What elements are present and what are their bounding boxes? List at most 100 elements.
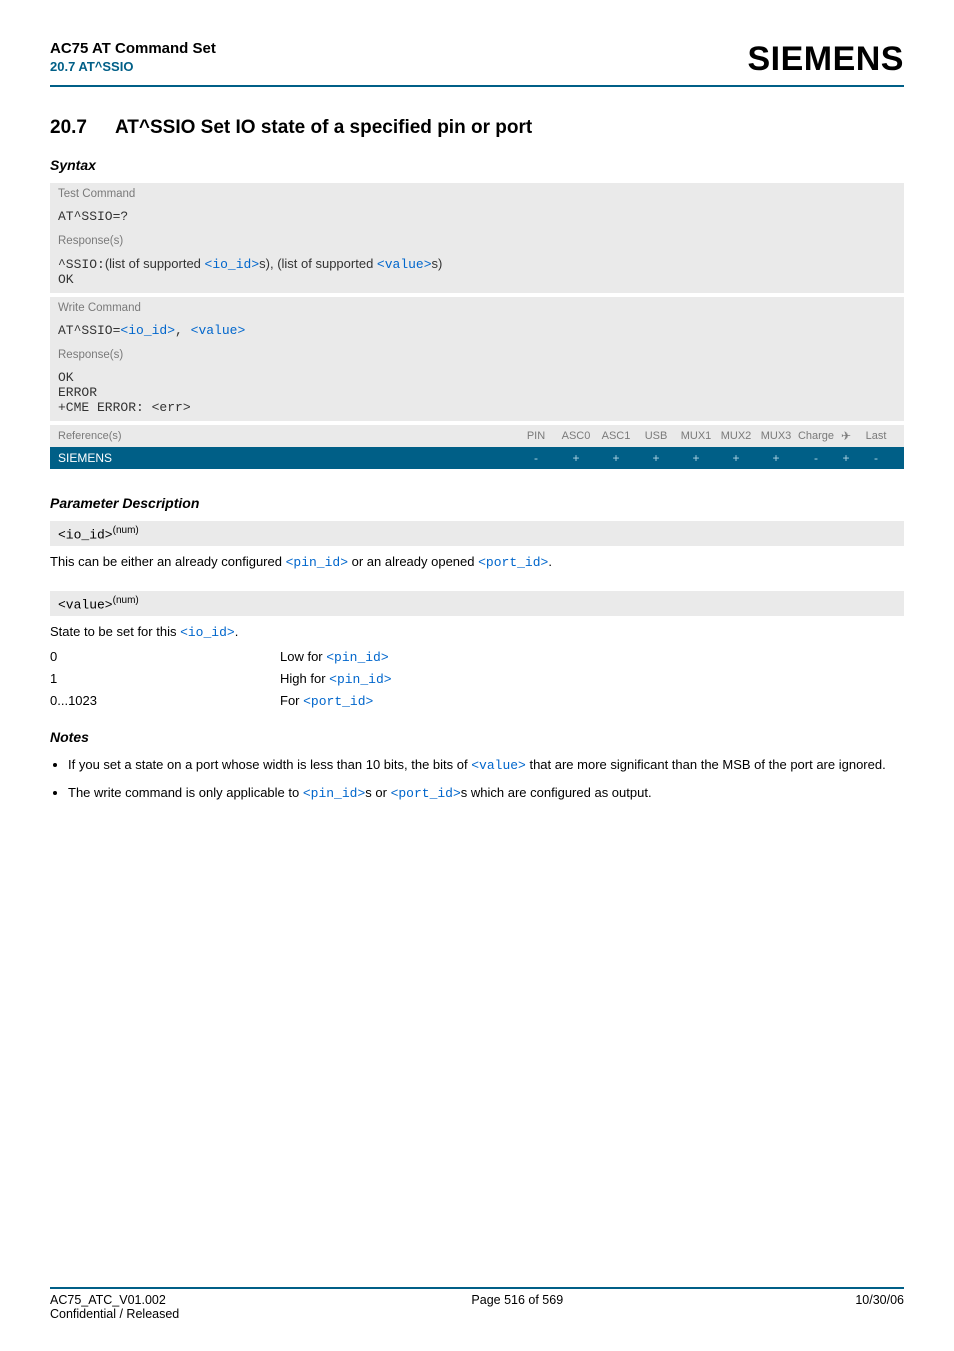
note1-c: that are more significant than the MSB o… — [526, 757, 886, 772]
note2-c: s or — [365, 785, 390, 800]
note2-a: The write command is only applicable to — [68, 785, 303, 800]
io-id-link[interactable]: <io_id> — [180, 625, 235, 640]
col-asc0: ASC0 — [556, 430, 596, 442]
col-charge: Charge — [796, 430, 836, 442]
io-text-3: . — [548, 554, 552, 569]
value-link[interactable]: <value> — [471, 758, 526, 773]
header-rule — [50, 85, 904, 87]
port-id-link-2[interactable]: <port_id> — [303, 694, 373, 709]
param-desc-label: Parameter Description — [50, 495, 904, 511]
param-value: <value>(num) — [50, 591, 904, 616]
airplane-icon: ✈ — [836, 429, 856, 443]
sym-1: + — [556, 451, 596, 465]
io-id-token: <io_id> — [58, 527, 113, 542]
resp-mid1: (list of supported — [105, 256, 205, 271]
test-command-code: AT^SSIO=? — [50, 205, 904, 230]
write-val[interactable]: <value> — [191, 323, 246, 338]
value-table: 0 Low for <pin_id> 1 High for <pin_id> 0… — [50, 649, 904, 709]
page-header: AC75 AT Command Set 20.7 AT^SSIO SIEMENS — [50, 40, 904, 85]
footer-date: 10/30/06 — [855, 1293, 904, 1321]
note2-e: s which are configured as output. — [461, 785, 652, 800]
footer-left: AC75_ATC_V01.002 Confidential / Released — [50, 1293, 179, 1321]
table-row: 0...1023 For <port_id> — [50, 693, 904, 709]
value-token: <value> — [58, 597, 113, 612]
footer-rule — [50, 1287, 904, 1289]
reference-header-row: Reference(s) PIN ASC0 ASC1 USB MUX1 MUX2… — [50, 425, 904, 447]
resp-val[interactable]: <value> — [377, 257, 432, 272]
col-mux3: MUX3 — [756, 430, 796, 442]
brand-logo: SIEMENS — [747, 40, 904, 79]
param-io-id: <io_id>(num) — [50, 521, 904, 546]
resp-end: s) — [432, 256, 443, 271]
io-id-desc: This can be either an already configured… — [50, 552, 904, 573]
col-mux1: MUX1 — [676, 430, 716, 442]
sym-4: + — [676, 451, 716, 465]
vendor-name: SIEMENS — [58, 451, 516, 465]
sym-0: - — [516, 451, 556, 465]
test-command-box: Test Command AT^SSIO=? Response(s) ^SSIO… — [50, 183, 904, 293]
header-left: AC75 AT Command Set 20.7 AT^SSIO — [50, 40, 216, 74]
ok-2: OK — [58, 370, 74, 385]
write-command-code: AT^SSIO=<io_id>, <value> — [50, 319, 904, 344]
write-sep: , — [175, 323, 191, 338]
io-text-1: This can be either an already configured — [50, 554, 286, 569]
response-label-1: Response(s) — [50, 230, 904, 252]
pin-id-link-3[interactable]: <pin_id> — [329, 672, 391, 687]
val-desc-2: For <port_id> — [280, 693, 373, 709]
pin-id-link-1[interactable]: <pin_id> — [286, 555, 348, 570]
num-sup-2: (num) — [113, 595, 139, 606]
col-asc1: ASC1 — [596, 430, 636, 442]
response-label-2: Response(s) — [50, 344, 904, 366]
error: ERROR — [58, 385, 97, 400]
num-sup-1: (num) — [113, 525, 139, 536]
val-key-0: 0 — [50, 649, 280, 665]
pin-id-link-2[interactable]: <pin_id> — [326, 650, 388, 665]
page-footer: AC75_ATC_V01.002 Confidential / Released… — [50, 1287, 904, 1321]
write-command-label: Write Command — [50, 297, 904, 319]
test-command-label: Test Command — [50, 183, 904, 205]
cme-error: +CME ERROR: <err> — [58, 400, 191, 415]
table-row: 1 High for <pin_id> — [50, 671, 904, 687]
notes-label: Notes — [50, 729, 904, 745]
footer-doc-id: AC75_ATC_V01.002 — [50, 1293, 179, 1307]
footer-classification: Confidential / Released — [50, 1307, 179, 1321]
section-number: 20.7 — [50, 117, 87, 139]
section-heading: 20.7AT^SSIO Set IO state of a specified … — [50, 117, 904, 139]
syntax-label: Syntax — [50, 157, 904, 173]
value-desc: State to be set for this <io_id>. — [50, 622, 904, 643]
col-mux2: MUX2 — [716, 430, 756, 442]
col-usb: USB — [636, 430, 676, 442]
val-desc-1: High for <pin_id> — [280, 671, 392, 687]
sym-6: + — [756, 451, 796, 465]
col-last: Last — [856, 430, 896, 442]
write-command-box: Write Command AT^SSIO=<io_id>, <value> R… — [50, 297, 904, 421]
sym-2: + — [596, 451, 636, 465]
reference-value-row: SIEMENS - + + + + + + - + - — [50, 447, 904, 469]
resp-prefix: ^SSIO: — [58, 257, 105, 272]
resp-io[interactable]: <io_id> — [205, 257, 260, 272]
io-text-2: or an already opened — [348, 554, 478, 569]
list-item: If you set a state on a port whose width… — [68, 755, 904, 776]
test-response: ^SSIO:(list of supported <io_id>s), (lis… — [50, 252, 904, 293]
note1-a: If you set a state on a port whose width… — [68, 757, 471, 772]
sym-7: - — [796, 451, 836, 465]
val-key-1: 1 — [50, 671, 280, 687]
val-key-2: 0...1023 — [50, 693, 280, 709]
sym-5: + — [716, 451, 756, 465]
write-io[interactable]: <io_id> — [120, 323, 175, 338]
sym-8: + — [836, 451, 856, 465]
col-pin: PIN — [516, 430, 556, 442]
footer-page: Page 516 of 569 — [471, 1293, 563, 1321]
resp-mid2: s), (list of supported — [259, 256, 377, 271]
notes-list: If you set a state on a port whose width… — [50, 755, 904, 804]
sym-9: - — [856, 451, 896, 465]
list-item: The write command is only applicable to … — [68, 783, 904, 804]
port-id-link-1[interactable]: <port_id> — [478, 555, 548, 570]
val-desc-0: Low for <pin_id> — [280, 649, 389, 665]
pin-id-link-4[interactable]: <pin_id> — [303, 786, 365, 801]
sym-3: + — [636, 451, 676, 465]
state-text-2: . — [235, 624, 239, 639]
port-id-link-3[interactable]: <port_id> — [391, 786, 461, 801]
doc-subtitle: 20.7 AT^SSIO — [50, 59, 216, 74]
doc-title: AC75 AT Command Set — [50, 40, 216, 57]
